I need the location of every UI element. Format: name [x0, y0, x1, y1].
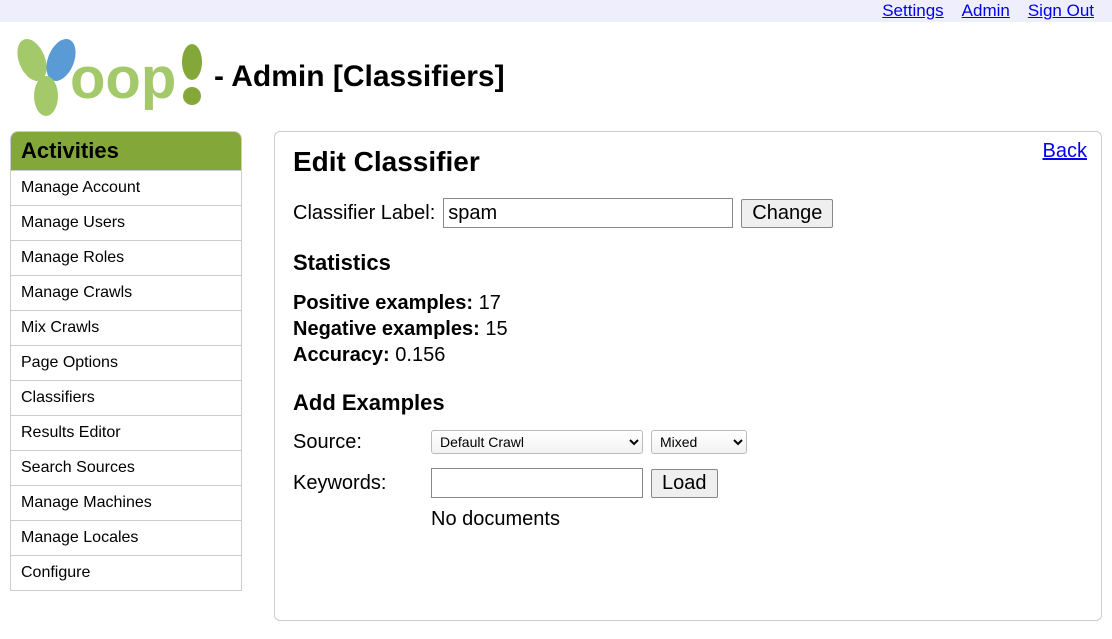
statistics-heading: Statistics — [293, 250, 1083, 276]
statistics-block: Positive examples: 17 Negative examples:… — [293, 290, 1083, 368]
back-link[interactable]: Back — [1043, 140, 1087, 163]
accuracy-value: 0.156 — [395, 344, 445, 366]
sidebar-item-classifiers[interactable]: Classifiers — [11, 381, 241, 416]
neg-examples-value: 15 — [485, 318, 507, 340]
pos-examples-label: Positive examples: — [293, 292, 473, 314]
signout-link[interactable]: Sign Out — [1028, 1, 1094, 21]
accuracy-label: Accuracy: — [293, 344, 390, 366]
page-header: oop - Admin [Classifiers] — [0, 22, 1112, 127]
sidebar-item-manage-crawls[interactable]: Manage Crawls — [11, 276, 241, 311]
pos-examples-value: 17 — [479, 292, 501, 314]
sidebar: Activities Manage Account Manage Users M… — [10, 131, 242, 591]
sidebar-item-search-sources[interactable]: Search Sources — [11, 451, 241, 486]
sidebar-item-mix-crawls[interactable]: Mix Crawls — [11, 311, 241, 346]
admin-link[interactable]: Admin — [962, 1, 1010, 21]
settings-link[interactable]: Settings — [882, 1, 943, 21]
change-button[interactable]: Change — [741, 199, 833, 228]
no-documents-message: No documents — [431, 508, 1083, 531]
svg-text:oop: oop — [70, 46, 176, 111]
main-panel: Back Edit Classifier Classifier Label: C… — [274, 131, 1102, 621]
sidebar-item-manage-machines[interactable]: Manage Machines — [11, 486, 241, 521]
sidebar-item-manage-account[interactable]: Manage Account — [11, 171, 241, 206]
sidebar-title: Activities — [11, 132, 241, 171]
sidebar-item-manage-roles[interactable]: Manage Roles — [11, 241, 241, 276]
load-button[interactable]: Load — [651, 469, 718, 498]
sidebar-item-results-editor[interactable]: Results Editor — [11, 416, 241, 451]
classifier-label-input[interactable] — [443, 198, 733, 228]
add-examples-heading: Add Examples — [293, 390, 1083, 416]
main-heading: Edit Classifier — [293, 146, 1083, 178]
mixed-select[interactable]: Mixed — [651, 430, 747, 454]
page-title: - Admin [Classifiers] — [214, 60, 505, 94]
source-label: Source: — [293, 431, 423, 454]
yioop-logo: oop — [8, 30, 208, 123]
sidebar-item-manage-locales[interactable]: Manage Locales — [11, 521, 241, 556]
keywords-input[interactable] — [431, 468, 643, 498]
sidebar-item-manage-users[interactable]: Manage Users — [11, 206, 241, 241]
source-select[interactable]: Default Crawl — [431, 430, 643, 454]
neg-examples-label: Negative examples: — [293, 318, 480, 340]
sidebar-item-configure[interactable]: Configure — [11, 556, 241, 590]
classifier-label-label: Classifier Label: — [293, 202, 435, 225]
sidebar-item-page-options[interactable]: Page Options — [11, 346, 241, 381]
keywords-label: Keywords: — [293, 472, 423, 495]
top-nav: Settings Admin Sign Out — [0, 0, 1112, 22]
